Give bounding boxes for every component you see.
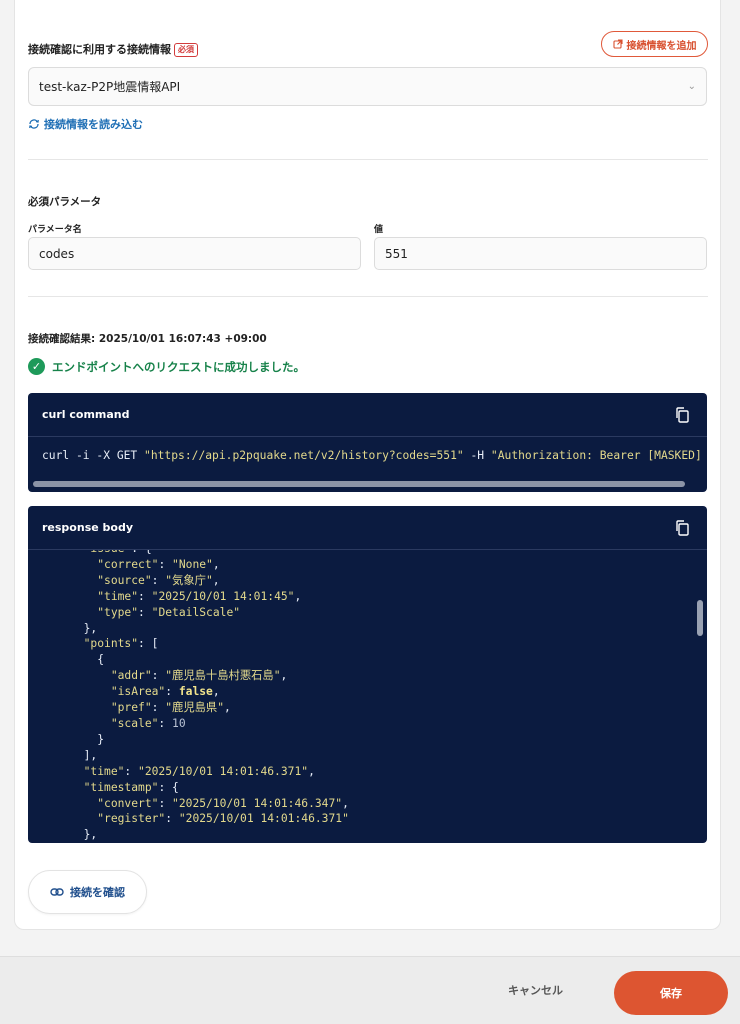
- param-value-input[interactable]: 551: [374, 237, 707, 270]
- load-connection-link[interactable]: 接続情報を読み込む: [28, 116, 143, 132]
- curl-command-text: curl -i -X GET "https://api.p2pquake.net…: [42, 449, 702, 462]
- refresh-icon: [29, 119, 39, 129]
- param-name-input[interactable]: codes: [28, 237, 361, 270]
- load-connection-label: 接続情報を読み込む: [44, 118, 143, 131]
- response-panel-title: response body: [42, 521, 134, 534]
- response-panel: response body "issue": { "correct": "Non…: [28, 506, 707, 843]
- response-panel-header: response body: [28, 506, 707, 550]
- link-icon: [50, 888, 64, 896]
- save-button[interactable]: 保存: [614, 971, 728, 1015]
- curl-url: "https://api.p2pquake.net/v2/history?cod…: [144, 449, 464, 462]
- connection-select-value: test-kaz-P2P地震情報API: [39, 80, 181, 94]
- result-label: 接続確認結果: 2025/10/01 16:07:43 +09:00: [28, 333, 267, 345]
- horizontal-scrollbar[interactable]: [33, 481, 685, 487]
- copy-icon[interactable]: [675, 407, 689, 423]
- curl-cmd-prefix: curl -i -X GET: [42, 449, 145, 462]
- check-circle-icon: ✓: [28, 358, 45, 375]
- required-badge: 必須: [174, 43, 198, 57]
- chevron-down-icon: ⌄: [687, 81, 696, 92]
- param-name-label: パラメータ名: [28, 225, 82, 235]
- curl-panel: curl command curl -i -X GET "https://api…: [28, 393, 707, 492]
- params-section-title: 必須パラメータ: [28, 196, 102, 208]
- curl-panel-header: curl command: [28, 393, 707, 437]
- divider: [28, 159, 708, 160]
- curl-panel-title: curl command: [42, 408, 130, 421]
- confirm-connection-button[interactable]: 接続を確認: [28, 870, 147, 914]
- confirm-connection-label: 接続を確認: [70, 886, 125, 899]
- curl-flag: -H: [463, 449, 491, 462]
- response-body[interactable]: "issue": { "correct": "None", "source": …: [28, 550, 707, 843]
- external-link-icon: [612, 39, 623, 49]
- success-message: ✓ エンドポイントへのリクエストに成功しました。: [28, 358, 305, 375]
- divider: [28, 296, 708, 297]
- response-json: "issue": { "correct": "None", "source": …: [83, 550, 349, 842]
- add-connection-button[interactable]: 接続情報を追加: [601, 31, 708, 57]
- footer-bar: キャンセル 保存: [0, 956, 740, 1024]
- param-value-label: 値: [374, 225, 384, 235]
- add-connection-label: 接続情報を追加: [626, 40, 697, 52]
- connection-select[interactable]: test-kaz-P2P地震情報API ⌄: [28, 67, 707, 106]
- curl-header: "Authorization: Bearer [MASKED]: [490, 449, 702, 462]
- vertical-scrollbar[interactable]: [697, 600, 703, 636]
- copy-icon[interactable]: [675, 520, 689, 536]
- cancel-button[interactable]: キャンセル: [508, 982, 563, 998]
- success-text: エンドポイントへのリクエストに成功しました。: [52, 359, 305, 374]
- connection-label: 接続確認に利用する接続情報 必須: [28, 41, 198, 57]
